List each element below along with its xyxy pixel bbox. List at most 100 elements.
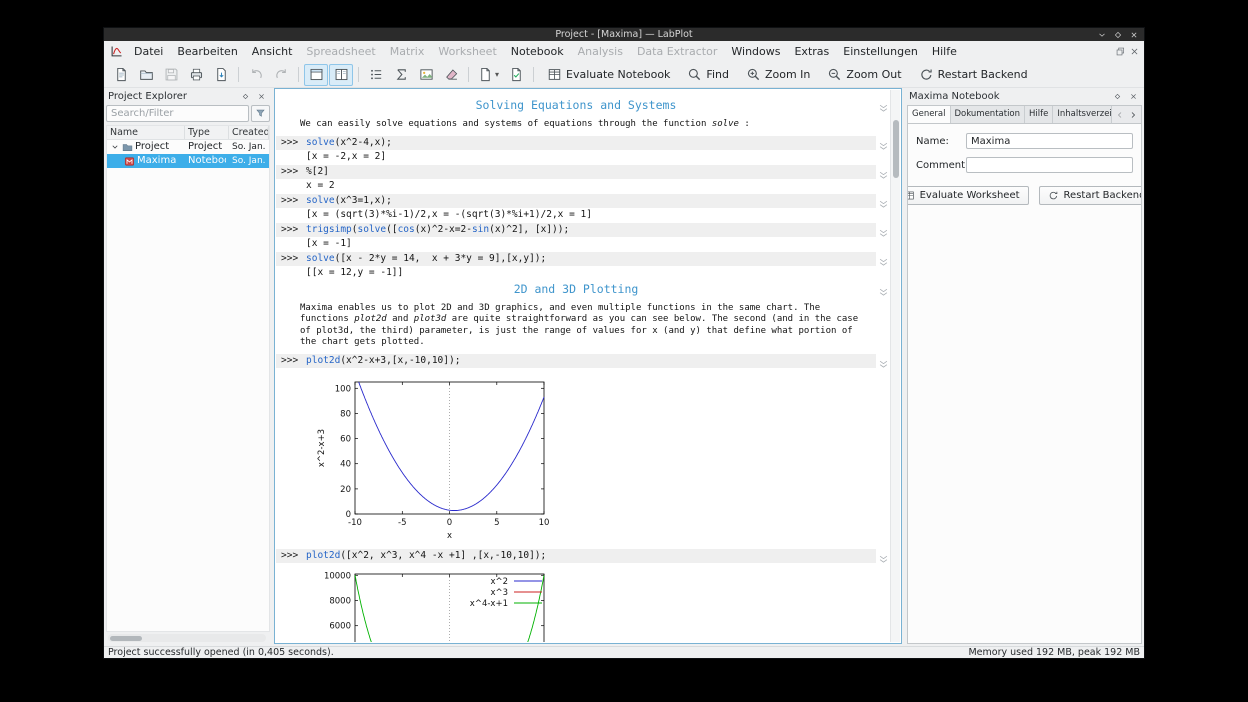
titlebar[interactable]: Project - [Maxima] — LabPlot bbox=[104, 28, 1144, 41]
toolbar-new-document-button[interactable] bbox=[109, 64, 133, 86]
menu-windows[interactable]: Windows bbox=[724, 43, 787, 60]
toolbar-eraser-button[interactable] bbox=[439, 64, 463, 86]
toolbar-print-button[interactable] bbox=[184, 64, 208, 86]
close-button[interactable] bbox=[1127, 29, 1140, 40]
float-panel-button[interactable] bbox=[239, 90, 252, 103]
toolbar-zoom-in-button[interactable]: Zoom In bbox=[738, 64, 818, 86]
toolbar-panel-single-button[interactable] bbox=[304, 63, 328, 86]
expander-chevron-icon[interactable] bbox=[110, 143, 120, 151]
child-close-button[interactable] bbox=[1129, 46, 1140, 57]
child-window-controls bbox=[1115, 46, 1140, 57]
minimize-button[interactable] bbox=[1095, 29, 1108, 40]
memory-status: Memory used 192 MB, peak 192 MB bbox=[968, 646, 1140, 658]
notebook-paragraph[interactable]: Maxima enables us to plot 2D and 3D grap… bbox=[300, 303, 870, 349]
toolbar-list-lines-button[interactable] bbox=[364, 64, 388, 86]
cell-fold-icon[interactable] bbox=[878, 137, 889, 150]
toolbar-button-label: Restart Backend bbox=[937, 68, 1028, 81]
toolbar-document-check-button[interactable] bbox=[504, 64, 528, 86]
toolbar-button-label: Evaluate Notebook bbox=[566, 68, 671, 81]
column-header-type[interactable]: Type bbox=[185, 126, 229, 139]
tabs-scroll-right-button[interactable] bbox=[1128, 109, 1138, 121]
evaluate-worksheet-button[interactable]: Evaluate Worksheet bbox=[908, 186, 1029, 205]
cell-prompt: >>> bbox=[281, 194, 299, 206]
menu-datei[interactable]: Datei bbox=[127, 43, 170, 60]
comment-label: Comment: bbox=[916, 159, 969, 171]
toolbar-image-frame-button[interactable] bbox=[414, 64, 438, 86]
code-cell-input[interactable]: >>> solve(x^3=1,x); bbox=[276, 193, 876, 208]
float-panel-button[interactable] bbox=[1111, 90, 1124, 103]
cell-fold-icon[interactable] bbox=[878, 283, 889, 296]
undo-icon bbox=[249, 67, 264, 82]
menu-hilfe[interactable]: Hilfe bbox=[925, 43, 964, 60]
tab-dokumentation[interactable]: Dokumentation bbox=[950, 106, 1026, 123]
svg-text:x^2-x+3: x^2-x+3 bbox=[317, 428, 327, 466]
menu-items: Datei Bearbeiten Ansicht Spreadsheet Matrix W… bbox=[127, 43, 964, 60]
scrollbar-thumb[interactable] bbox=[110, 635, 142, 641]
menu-einstellungen[interactable]: Einstellungen bbox=[836, 43, 925, 60]
tree-rows: Project Project So. Jan. 2 18: Maxima Notebo… bbox=[107, 140, 269, 168]
explorer-horizontal-scrollbar[interactable] bbox=[108, 634, 266, 642]
cell-fold-icon[interactable] bbox=[878, 166, 889, 179]
export-document-icon bbox=[214, 67, 229, 82]
column-header-created[interactable]: Created bbox=[229, 126, 269, 139]
name-input[interactable] bbox=[966, 133, 1133, 149]
labplot-app-icon bbox=[110, 45, 123, 58]
toolbar-document-button[interactable]: ▾ bbox=[474, 64, 503, 86]
notebook-paragraph[interactable]: We can easily solve equations and system… bbox=[300, 119, 870, 131]
svg-text:5: 5 bbox=[494, 518, 499, 528]
svg-text:0: 0 bbox=[447, 518, 452, 528]
cell-fold-icon[interactable] bbox=[878, 195, 889, 208]
code-cell-input[interactable]: >>> plot2d(x^2-x+3,[x,-10,10]); bbox=[276, 353, 876, 368]
toolbar-save-button bbox=[159, 64, 183, 86]
cell-fold-icon[interactable] bbox=[878, 253, 889, 266]
tab-hilfe[interactable]: Hilfe bbox=[1025, 106, 1054, 123]
notebook-heading[interactable]: Solving Equations and Systems bbox=[276, 98, 876, 112]
evaluate-icon bbox=[908, 190, 915, 201]
main-area: Project Explorer NameTypeCreated Project… bbox=[104, 88, 1144, 646]
tree-row-maxima[interactable]: Maxima Notebook So. Jan. 2 18: bbox=[107, 154, 269, 168]
code-cell-input[interactable]: >>> trigsimp(solve([cos(x)^2-x=2-sin(x)^2… bbox=[276, 222, 876, 237]
image-frame-icon bbox=[419, 67, 434, 82]
maxima-notebook-view: Solving Equations and Systems We can easi… bbox=[274, 88, 902, 644]
tab-general[interactable]: General bbox=[908, 106, 951, 123]
toolbar-panel-split-button[interactable] bbox=[329, 63, 353, 86]
notebook-fold-gutter bbox=[877, 90, 890, 642]
code-cell-input[interactable]: >>> plot2d([x^2, x^3, x^4 -x +1] ,[x,-10,… bbox=[276, 548, 876, 563]
tabs-scroll-left-button[interactable] bbox=[1115, 109, 1125, 121]
code-cell-input[interactable]: >>> solve([x - 2*y = 14, x + 3*y = 9],[x,… bbox=[276, 251, 876, 266]
menu-extras[interactable]: Extras bbox=[787, 43, 836, 60]
redo-icon bbox=[274, 67, 289, 82]
column-header-name[interactable]: Name bbox=[107, 126, 185, 139]
notebook-vertical-scrollbar[interactable] bbox=[890, 90, 900, 642]
svg-text:100: 100 bbox=[335, 384, 351, 394]
cell-fold-icon[interactable] bbox=[878, 355, 889, 368]
toolbar-export-document-button[interactable] bbox=[209, 64, 233, 86]
menu-notebook[interactable]: Notebook bbox=[504, 43, 571, 60]
filter-options-button[interactable] bbox=[251, 105, 270, 122]
close-panel-button[interactable] bbox=[1127, 90, 1140, 103]
toolbar-evaluate-notebook-button[interactable]: Evaluate Notebook bbox=[539, 64, 678, 86]
notebook-canvas[interactable]: Solving Equations and Systems We can easi… bbox=[276, 90, 876, 642]
code-cell-input[interactable]: >>> solve(x^2-4,x); bbox=[276, 135, 876, 150]
scrollbar-thumb[interactable] bbox=[893, 120, 899, 178]
toolbar-zoom-out-button[interactable]: Zoom Out bbox=[819, 64, 909, 86]
search-filter-input[interactable] bbox=[106, 105, 249, 122]
cell-fold-icon[interactable] bbox=[878, 99, 889, 112]
cell-fold-icon[interactable] bbox=[878, 550, 889, 563]
menu-ansicht[interactable]: Ansicht bbox=[245, 43, 300, 60]
code-cell-input[interactable]: >>> %[2] bbox=[276, 164, 876, 179]
toolbar-sigma-button[interactable] bbox=[389, 64, 413, 86]
toolbar-restart-backend-button[interactable]: Restart Backend bbox=[911, 64, 1036, 86]
restart-backend-button[interactable]: Restart Backend bbox=[1038, 186, 1141, 205]
tree-row-project[interactable]: Project Project So. Jan. 2 18: bbox=[107, 140, 269, 154]
notebook-heading[interactable]: 2D and 3D Plotting bbox=[276, 282, 876, 296]
toolbar-open-folder-button[interactable] bbox=[134, 64, 158, 86]
close-panel-button[interactable] bbox=[255, 90, 268, 103]
menu-bearbeiten[interactable]: Bearbeiten bbox=[170, 43, 244, 60]
child-restore-button[interactable] bbox=[1115, 46, 1126, 57]
maximize-button[interactable] bbox=[1111, 29, 1124, 40]
cell-fold-icon[interactable] bbox=[878, 224, 889, 237]
toolbar-find-button[interactable]: Find bbox=[679, 64, 737, 86]
action-buttons: Evaluate Worksheet Restart Backend bbox=[908, 186, 1141, 205]
comment-input[interactable] bbox=[966, 157, 1133, 173]
